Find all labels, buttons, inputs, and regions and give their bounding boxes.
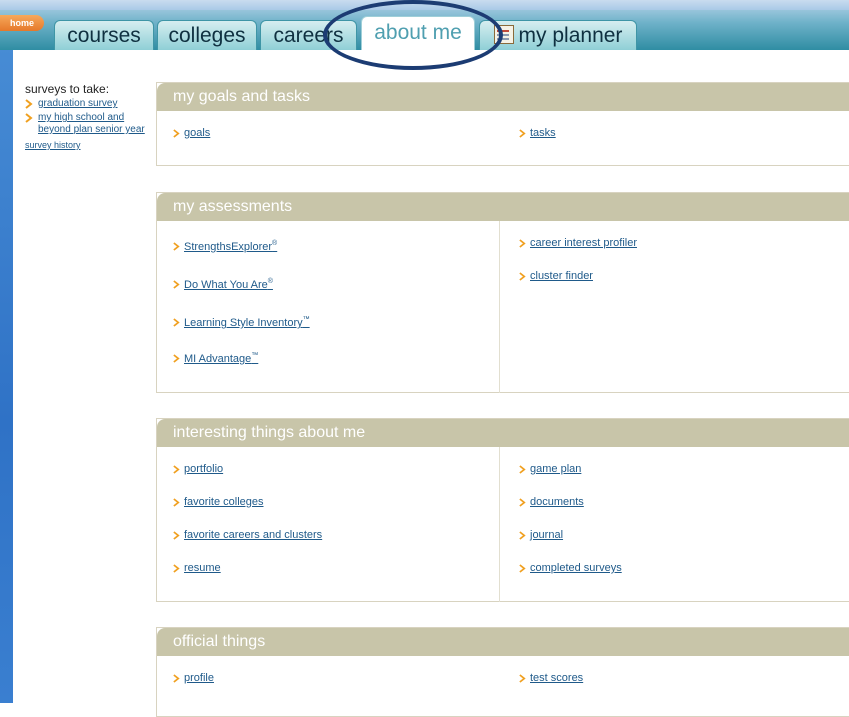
link-resume-text[interactable]: resume <box>184 562 221 574</box>
link-strengths-explorer-text[interactable]: StrengthsExplorer® <box>184 240 278 253</box>
link-career-interest-profiler[interactable]: career interest profiler <box>519 237 637 249</box>
panel-interesting-things: interesting things about me portfolio fa… <box>156 418 849 602</box>
link-favorite-colleges[interactable]: favorite colleges <box>173 496 264 508</box>
chevron-right-icon <box>173 531 180 540</box>
registered-mark: ® <box>267 278 273 285</box>
link-tasks[interactable]: tasks <box>519 127 556 139</box>
chevron-right-icon <box>25 113 33 123</box>
chevron-right-icon <box>519 465 526 474</box>
sidebar: surveys to take: graduation survey my hi… <box>25 82 145 150</box>
sidebar-item-hs-plan[interactable]: my high school and beyond plan senior ye… <box>25 112 145 136</box>
link-test-scores-text[interactable]: test scores <box>530 672 583 684</box>
link-learning-style-inventory[interactable]: Learning Style Inventory™ <box>173 316 310 329</box>
tab-my-planner[interactable]: my planner <box>479 20 637 50</box>
chevron-right-icon <box>173 242 180 251</box>
chevron-right-icon <box>173 318 180 327</box>
link-mi-advantage-text[interactable]: MI Advantage™ <box>184 352 259 365</box>
link-profile-text[interactable]: profile <box>184 672 214 684</box>
planner-icon <box>493 25 514 44</box>
tab-courses[interactable]: courses <box>54 20 154 50</box>
link-tasks-text[interactable]: tasks <box>530 127 556 139</box>
link-resume[interactable]: resume <box>173 562 221 574</box>
link-game-plan-text[interactable]: game plan <box>530 463 581 475</box>
link-favorite-colleges-text[interactable]: favorite colleges <box>184 496 264 508</box>
chevron-right-icon <box>173 564 180 573</box>
panel-title: official things <box>157 628 849 656</box>
panel-title: interesting things about me <box>157 419 849 447</box>
sidebar-item-graduation-survey[interactable]: graduation survey <box>25 98 145 110</box>
link-cluster-finder[interactable]: cluster finder <box>519 270 593 282</box>
link-favorite-careers-text[interactable]: favorite careers and clusters <box>184 529 322 541</box>
survey-history-link[interactable]: survey history <box>25 140 81 150</box>
chevron-right-icon <box>519 531 526 540</box>
chevron-right-icon <box>519 129 526 138</box>
panel-body: portfolio favorite colleges favorite car… <box>157 447 849 602</box>
sidebar-link-hs-plan[interactable]: my high school and beyond plan senior ye… <box>38 112 145 135</box>
column-divider <box>499 221 500 393</box>
link-do-what-you-are-text[interactable]: Do What You Are® <box>184 278 273 291</box>
tab-careers[interactable]: careers <box>260 20 357 50</box>
link-profile[interactable]: profile <box>173 672 214 684</box>
link-mi-advantage[interactable]: MI Advantage™ <box>173 352 258 365</box>
chevron-right-icon <box>173 280 180 289</box>
chevron-right-icon <box>173 465 180 474</box>
link-completed-surveys[interactable]: completed surveys <box>519 562 622 574</box>
trademark-mark: ™ <box>302 316 310 323</box>
link-journal-text[interactable]: journal <box>530 529 563 541</box>
sidebar-title: surveys to take: <box>25 82 110 96</box>
link-learning-style-inventory-text[interactable]: Learning Style Inventory™ <box>184 316 310 329</box>
link-career-interest-profiler-text[interactable]: career interest profiler <box>530 237 637 249</box>
panel-title: my goals and tasks <box>157 83 849 111</box>
link-do-what-you-are[interactable]: Do What You Are® <box>173 278 273 291</box>
chevron-right-icon <box>519 674 526 683</box>
link-strengths-explorer[interactable]: StrengthsExplorer® <box>173 240 277 253</box>
chevron-right-icon <box>519 272 526 281</box>
link-journal[interactable]: journal <box>519 529 563 541</box>
tab-colleges[interactable]: colleges <box>157 20 257 50</box>
column-divider <box>499 447 500 602</box>
sidebar-link-graduation-survey[interactable]: graduation survey <box>38 98 118 109</box>
window-left-edge <box>0 0 13 703</box>
panel-assessments: my assessments StrengthsExplorer® Do Wha… <box>156 192 849 393</box>
panel-official-things: official things profile test scores <box>156 627 849 717</box>
trademark-mark: ™ <box>251 352 259 359</box>
chevron-right-icon <box>519 498 526 507</box>
chevron-right-icon <box>519 239 526 248</box>
link-completed-surveys-text[interactable]: completed surveys <box>530 562 622 574</box>
link-cluster-finder-text[interactable]: cluster finder <box>530 270 593 282</box>
chevron-right-icon <box>173 354 180 363</box>
panel-body: StrengthsExplorer® Do What You Are® Lear… <box>157 221 849 393</box>
tab-about-me[interactable]: about me <box>361 16 475 50</box>
registered-mark: ® <box>272 240 278 247</box>
top-strip <box>0 0 849 10</box>
link-test-scores[interactable]: test scores <box>519 672 583 684</box>
home-button[interactable]: home <box>0 15 44 31</box>
chevron-right-icon <box>173 129 180 138</box>
link-portfolio-text[interactable]: portfolio <box>184 463 223 475</box>
survey-history[interactable]: survey history <box>25 140 145 150</box>
link-goals-text[interactable]: goals <box>184 127 210 139</box>
link-documents[interactable]: documents <box>519 496 584 508</box>
panel-goals-tasks: my goals and tasks goals tasks <box>156 82 849 166</box>
chevron-right-icon <box>25 99 33 109</box>
panel-title: my assessments <box>157 193 849 221</box>
link-favorite-careers[interactable]: favorite careers and clusters <box>173 529 322 541</box>
chevron-right-icon <box>173 674 180 683</box>
chevron-right-icon <box>519 564 526 573</box>
chevron-right-icon <box>173 498 180 507</box>
link-documents-text[interactable]: documents <box>530 496 584 508</box>
link-portfolio[interactable]: portfolio <box>173 463 223 475</box>
tab-my-planner-label: my planner <box>518 24 623 47</box>
link-goals[interactable]: goals <box>173 127 210 139</box>
link-game-plan[interactable]: game plan <box>519 463 581 475</box>
